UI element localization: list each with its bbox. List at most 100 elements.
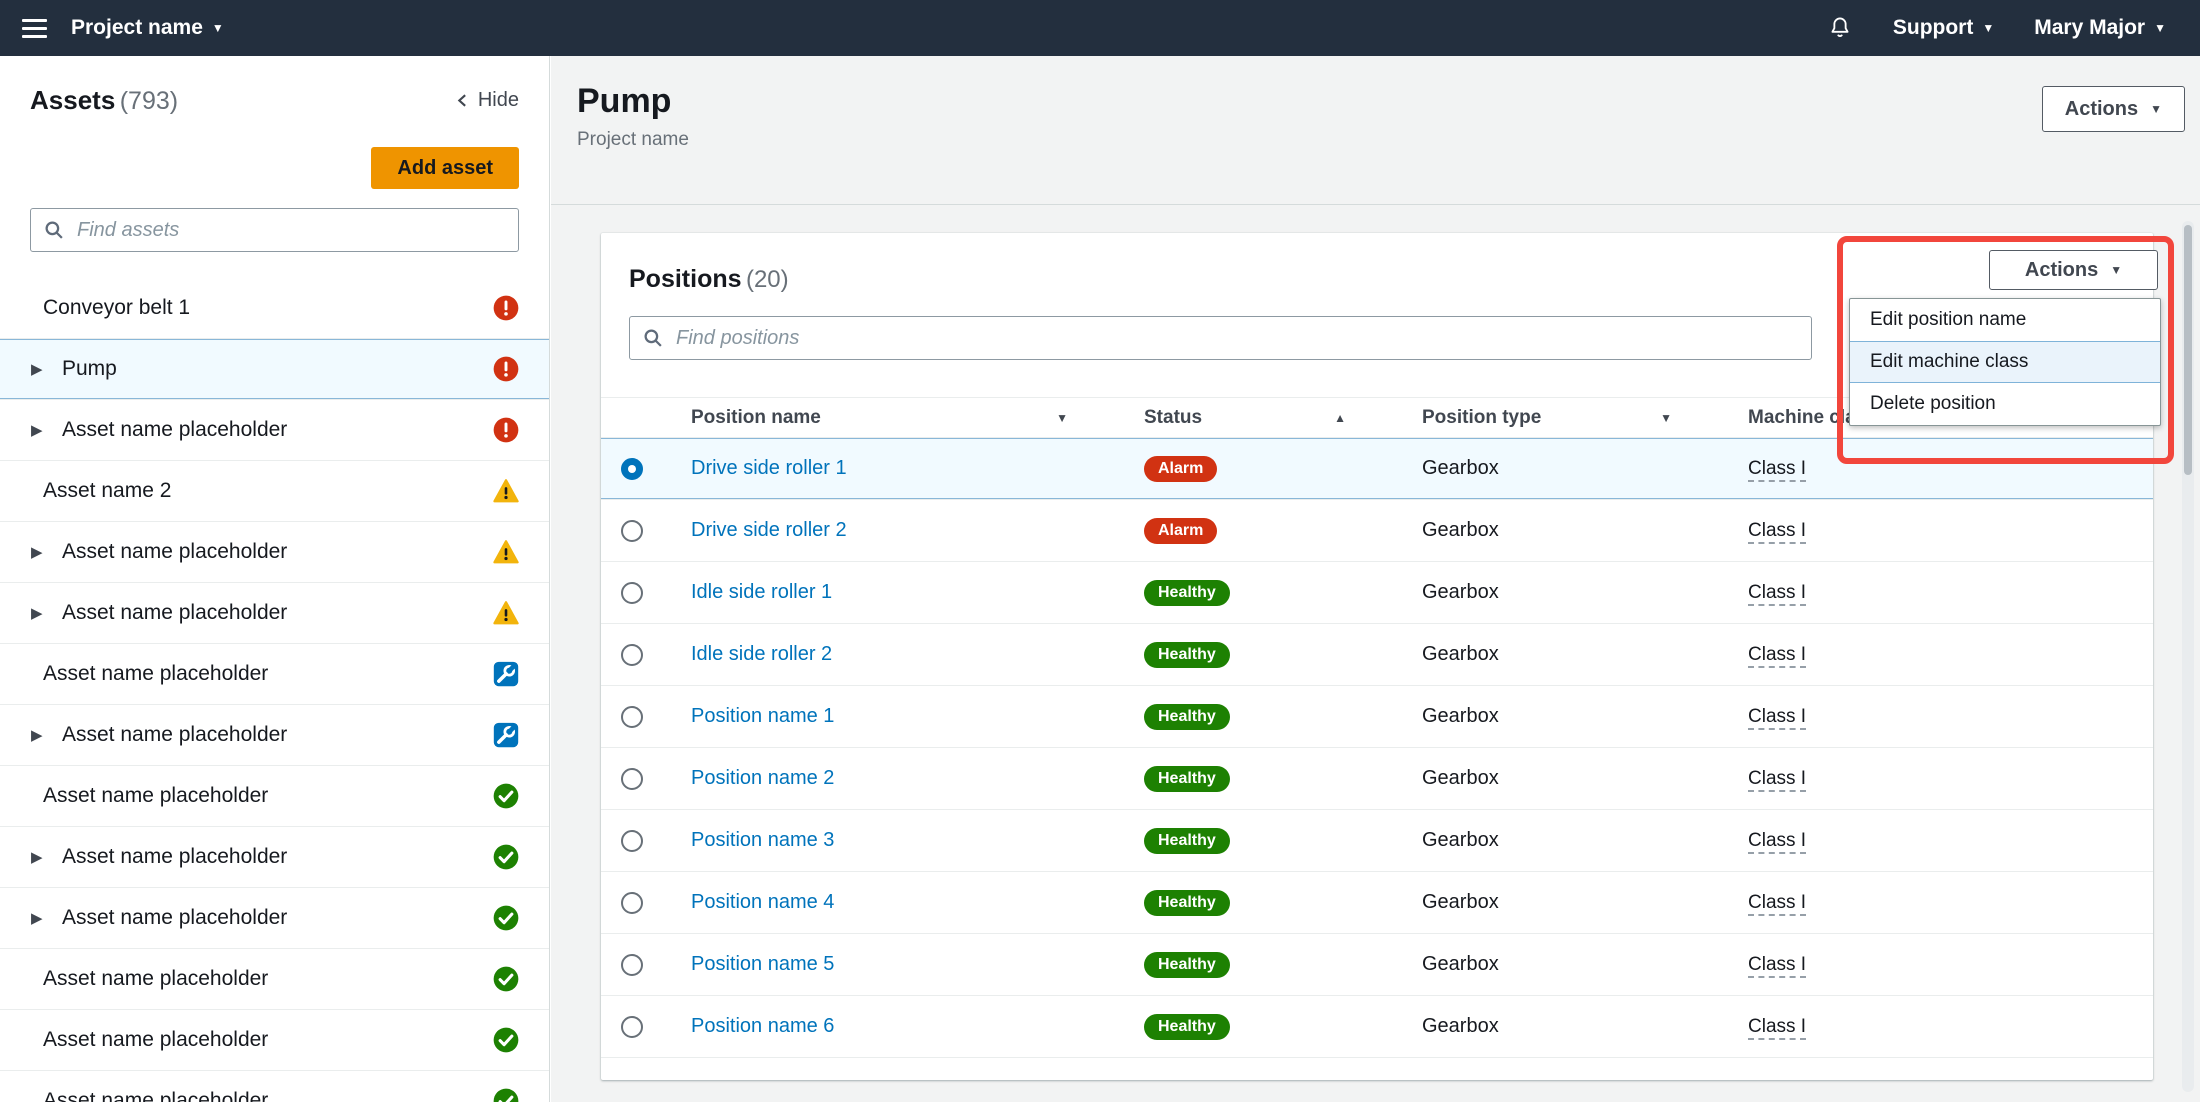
table-row: Idle side roller 2 Healthy Gearbox Class… (601, 624, 2153, 686)
expand-arrow-icon[interactable]: ▶ (31, 909, 51, 927)
row-radio[interactable] (621, 644, 643, 666)
expand-arrow-icon[interactable]: ▶ (31, 604, 51, 622)
machine-class-link[interactable]: Class I (1748, 582, 1806, 606)
row-radio[interactable] (621, 768, 643, 790)
scrollbar-thumb[interactable] (2184, 225, 2192, 475)
asset-row[interactable]: ▶ Asset name placeholder (0, 827, 549, 888)
row-radio[interactable] (621, 1016, 643, 1038)
expand-arrow-icon[interactable]: ▶ (31, 543, 51, 561)
expand-arrow-icon[interactable]: ▶ (31, 360, 51, 378)
main-content: Pump Project name Actions ▼ Positions (2… (551, 56, 2200, 1102)
positions-actions-button[interactable]: Actions ▼ (1989, 250, 2158, 290)
position-link[interactable]: Position name 5 (691, 953, 834, 975)
status-badge: Healthy (1144, 642, 1230, 668)
machine-class-link[interactable]: Class I (1748, 706, 1806, 730)
support-menu[interactable]: Support ▼ (1893, 16, 1994, 40)
position-link[interactable]: Position name 2 (691, 767, 834, 789)
asset-row[interactable]: ▶ Asset name placeholder (0, 888, 549, 949)
user-name-label: Mary Major (2034, 16, 2145, 40)
support-label: Support (1893, 16, 1973, 40)
position-link[interactable]: Position name 6 (691, 1015, 834, 1037)
user-menu[interactable]: Mary Major ▼ (2034, 16, 2166, 40)
position-link[interactable]: Drive side roller 1 (691, 457, 847, 479)
chevron-down-icon: ▼ (212, 22, 224, 34)
position-type-cell: Gearbox (1394, 643, 1720, 666)
chevron-down-icon: ▼ (1982, 22, 1994, 34)
page-actions-button[interactable]: Actions ▼ (2042, 86, 2185, 132)
machine-class-link[interactable]: Class I (1748, 458, 1806, 482)
asset-name-label: Asset name placeholder (62, 906, 493, 930)
find-assets-input[interactable] (30, 208, 519, 252)
row-radio[interactable] (621, 458, 643, 480)
position-link[interactable]: Position name 1 (691, 705, 834, 727)
position-link[interactable]: Idle side roller 2 (691, 643, 832, 665)
asset-name-label: Asset name placeholder (62, 723, 493, 747)
menu-icon[interactable] (22, 19, 47, 38)
topbar: Project name ▼ Support ▼ Mary Major ▼ (0, 0, 2200, 56)
row-radio[interactable] (621, 830, 643, 852)
asset-row[interactable]: ▶ Asset name placeholder (0, 949, 549, 1010)
asset-name-label: Conveyor belt 1 (43, 296, 493, 320)
asset-row[interactable]: ▶ Asset name placeholder (0, 1071, 549, 1102)
position-link[interactable]: Idle side roller 1 (691, 581, 832, 603)
asset-row[interactable]: ▶ Pump (0, 339, 549, 400)
actions-dropdown-menu: Edit position nameEdit machine classDele… (1849, 298, 2161, 426)
position-link[interactable]: Position name 3 (691, 829, 834, 851)
healthy-status-icon (493, 905, 519, 931)
row-radio[interactable] (621, 706, 643, 728)
project-name-label: Project name (71, 16, 203, 40)
column-header-status[interactable]: Status ▲ (1116, 407, 1394, 429)
asset-name-label: Asset name placeholder (62, 601, 493, 625)
asset-row[interactable]: ▶ Asset name placeholder (0, 583, 549, 644)
project-selector[interactable]: Project name ▼ (71, 16, 224, 40)
position-type-cell: Gearbox (1394, 1015, 1720, 1038)
asset-row[interactable]: ▶ Conveyor belt 1 (0, 278, 549, 339)
row-radio[interactable] (621, 582, 643, 604)
warning-status-icon (493, 478, 519, 504)
row-radio[interactable] (621, 520, 643, 542)
page-scrollbar[interactable] (2182, 221, 2194, 1092)
asset-row[interactable]: ▶ Asset name 2 (0, 461, 549, 522)
row-radio[interactable] (621, 892, 643, 914)
column-header-position-type[interactable]: Position type ▼ (1394, 407, 1720, 429)
asset-row[interactable]: ▶ Asset name placeholder (0, 705, 549, 766)
search-icon (44, 220, 64, 240)
notifications-icon[interactable] (1827, 15, 1853, 41)
chevron-down-icon: ▼ (2154, 22, 2166, 34)
chevron-down-icon: ▼ (2150, 103, 2162, 115)
position-link[interactable]: Position name 4 (691, 891, 834, 913)
menu-item-delete-position[interactable]: Delete position (1850, 383, 2160, 425)
asset-row[interactable]: ▶ Asset name placeholder (0, 522, 549, 583)
healthy-status-icon (493, 783, 519, 809)
machine-class-link[interactable]: Class I (1748, 644, 1806, 668)
hide-sidebar-button[interactable]: Hide (455, 89, 519, 112)
warning-status-icon (493, 539, 519, 565)
expand-arrow-icon[interactable]: ▶ (31, 421, 51, 439)
row-radio[interactable] (621, 954, 643, 976)
add-asset-button[interactable]: Add asset (371, 147, 519, 189)
menu-item-edit-position-name[interactable]: Edit position name (1850, 299, 2160, 341)
status-badge: Healthy (1144, 828, 1230, 854)
machine-class-link[interactable]: Class I (1748, 1016, 1806, 1040)
table-row: Position name 6 Healthy Gearbox Class I (601, 996, 2153, 1058)
expand-arrow-icon[interactable]: ▶ (31, 726, 51, 744)
expand-arrow-icon[interactable]: ▶ (31, 848, 51, 866)
asset-row[interactable]: ▶ Asset name placeholder (0, 644, 549, 705)
menu-item-edit-machine-class[interactable]: Edit machine class (1850, 341, 2160, 383)
position-link[interactable]: Drive side roller 2 (691, 519, 847, 541)
alarm-status-icon (493, 417, 519, 443)
find-positions-input[interactable] (629, 316, 1812, 360)
machine-class-link[interactable]: Class I (1748, 768, 1806, 792)
asset-name-label: Pump (62, 357, 493, 381)
machine-class-link[interactable]: Class I (1748, 892, 1806, 916)
asset-name-label: Asset name placeholder (43, 784, 493, 808)
positions-table: Position name ▼ Status ▲ Position type ▼… (601, 397, 2153, 1058)
table-row: Drive side roller 1 Alarm Gearbox Class … (601, 438, 2153, 500)
machine-class-link[interactable]: Class I (1748, 954, 1806, 978)
machine-class-link[interactable]: Class I (1748, 520, 1806, 544)
asset-row[interactable]: ▶ Asset name placeholder (0, 1010, 549, 1071)
machine-class-link[interactable]: Class I (1748, 830, 1806, 854)
asset-row[interactable]: ▶ Asset name placeholder (0, 766, 549, 827)
column-header-position-name[interactable]: Position name ▼ (663, 407, 1116, 429)
asset-row[interactable]: ▶ Asset name placeholder (0, 400, 549, 461)
